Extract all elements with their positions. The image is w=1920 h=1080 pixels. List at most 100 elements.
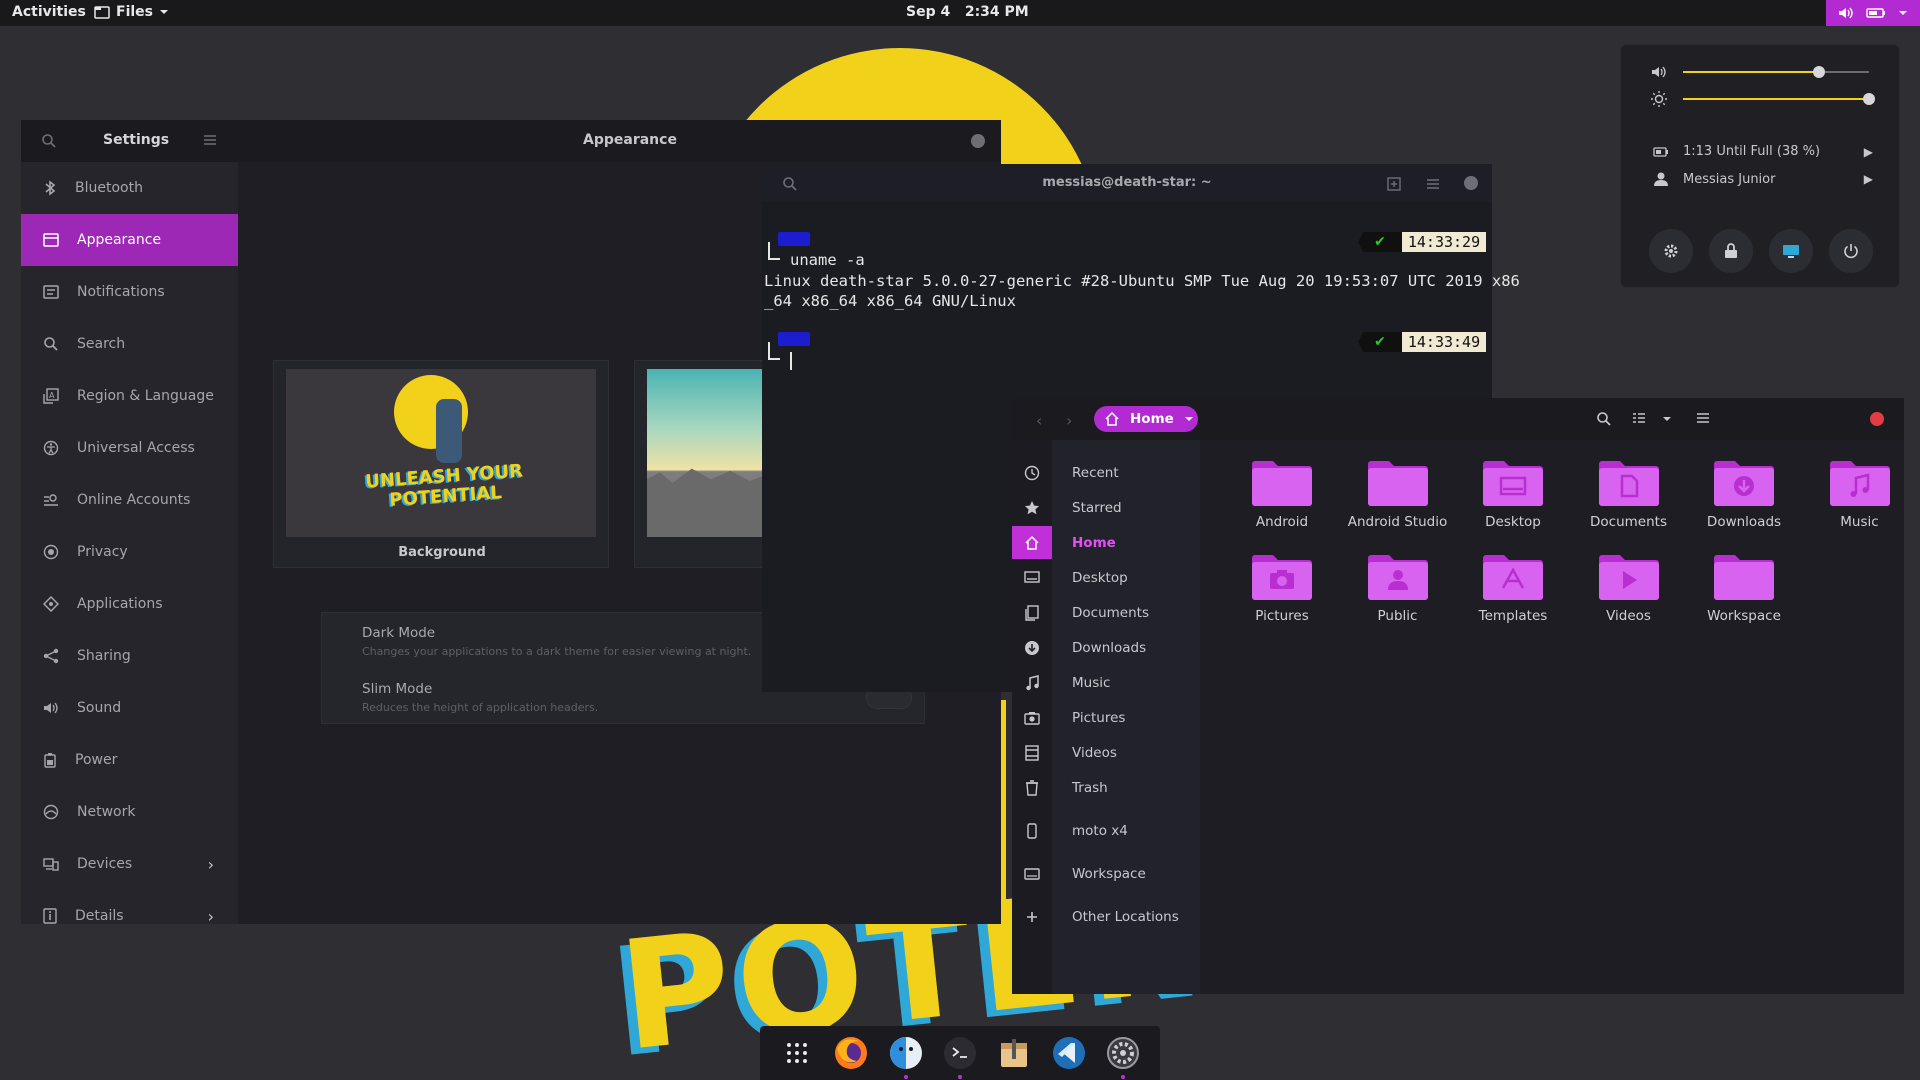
home-icon <box>1012 526 1052 559</box>
chevron-down-icon[interactable] <box>1662 415 1672 423</box>
archive-manager-button[interactable] <box>994 1033 1034 1073</box>
sidebar-item-sharing[interactable]: Sharing <box>21 630 238 682</box>
sidebar-item-sound[interactable]: Sound <box>21 682 238 734</box>
folder-templates[interactable]: Templates <box>1451 550 1561 640</box>
app-menu[interactable]: Files <box>94 4 169 20</box>
sidebar-item-network[interactable]: Network <box>21 786 238 838</box>
command-time-badge: ✔ 14:33:49 <box>1358 332 1486 352</box>
panel-title: Appearance <box>583 132 677 148</box>
hamburger-menu-icon[interactable] <box>1696 412 1710 424</box>
sidebar-item-label: Details <box>75 908 124 924</box>
volume-slider-knob[interactable] <box>1812 66 1825 78</box>
activities-button[interactable]: Activities <box>12 4 86 20</box>
sidebar-item-notifications[interactable]: Notifications <box>21 266 238 318</box>
user-row[interactable]: Messias Junior ▶ <box>1653 171 1873 187</box>
chevron-right-icon: ▶ <box>1863 144 1873 159</box>
power-button[interactable] <box>1829 229 1873 273</box>
sound-icon <box>43 701 59 715</box>
place-home[interactable]: Home <box>1012 526 1200 559</box>
firefox-button[interactable] <box>831 1033 871 1073</box>
close-button[interactable] <box>1870 412 1884 426</box>
place-workspace[interactable]: Workspace <box>1012 857 1200 890</box>
devices-icon <box>43 857 59 871</box>
chevron-right-icon: › <box>207 906 214 926</box>
hamburger-menu-icon[interactable] <box>203 134 217 146</box>
sidebar-item-bluetooth[interactable]: Bluetooth <box>21 162 238 214</box>
volume-slider-track[interactable] <box>1683 66 1869 78</box>
sidebar-item-applications[interactable]: Applications <box>21 578 238 630</box>
close-button[interactable] <box>1464 176 1478 190</box>
place-trash[interactable]: Trash <box>1012 771 1200 804</box>
sidebar-item-appearance[interactable]: Appearance <box>21 214 238 266</box>
settings-button[interactable] <box>1103 1033 1143 1079</box>
folder-videos[interactable]: Videos <box>1567 550 1677 640</box>
folder-documents[interactable]: Documents <box>1567 456 1677 546</box>
location-home-button[interactable]: Home <box>1094 406 1198 432</box>
brightness-slider-track[interactable] <box>1683 93 1875 105</box>
close-button[interactable] <box>971 134 985 148</box>
app-grid-icon <box>785 1041 809 1065</box>
folder-name: Android <box>1255 514 1309 530</box>
folder-android[interactable]: Android <box>1220 456 1330 546</box>
place-other-locations[interactable]: Other Locations <box>1012 900 1200 933</box>
app-grid-button[interactable] <box>777 1033 817 1073</box>
place-music[interactable]: Music <box>1012 666 1200 699</box>
display-button[interactable] <box>1769 229 1813 273</box>
folder-pictures[interactable]: Pictures <box>1220 550 1330 640</box>
details-icon <box>43 908 57 924</box>
clock[interactable]: Sep 4 2:34 PM <box>906 4 1029 20</box>
volume-slider[interactable] <box>1651 63 1881 81</box>
place-documents[interactable]: Documents <box>1012 596 1200 629</box>
folder-workspace[interactable]: Workspace <box>1682 550 1792 640</box>
view-toggle-icon[interactable] <box>1632 412 1646 424</box>
place-desktop[interactable]: Desktop <box>1012 561 1200 594</box>
place-label: Workspace <box>1072 865 1146 882</box>
place-moto-x4[interactable]: moto x4 <box>1012 814 1200 847</box>
forward-button[interactable]: › <box>1066 411 1072 430</box>
folder-public[interactable]: Public <box>1336 550 1446 640</box>
place-videos[interactable]: Videos <box>1012 736 1200 769</box>
folder-music[interactable]: Music <box>1798 456 1908 546</box>
universal-access-icon <box>43 440 59 456</box>
place-recent[interactable]: Recent <box>1012 456 1200 489</box>
place-label: Trash <box>1072 779 1108 796</box>
sidebar-item-online-accounts[interactable]: Online Accounts <box>21 474 238 526</box>
sidebar-item-universal-access[interactable]: Universal Access <box>21 422 238 474</box>
brightness-slider-knob[interactable] <box>1863 93 1875 105</box>
lock-button[interactable] <box>1709 229 1753 273</box>
settings-headerbar: Settings Appearance <box>21 120 1001 162</box>
search-icon[interactable] <box>41 133 57 149</box>
chevron-down-icon <box>159 8 169 16</box>
folder-desktop[interactable]: Desktop <box>1451 456 1561 546</box>
dark-mode-title: Dark Mode <box>362 625 436 641</box>
lock-screen-card[interactable] <box>634 360 775 568</box>
battery-row[interactable]: 1:13 Until Full (38 %) ▶ <box>1653 144 1873 159</box>
place-starred[interactable]: Starred <box>1012 491 1200 524</box>
sidebar-item-region-language[interactable]: A Region & Language <box>21 370 238 422</box>
hamburger-menu-icon[interactable] <box>1426 178 1440 190</box>
videos-icon <box>1012 736 1052 769</box>
folder-downloads[interactable]: Downloads <box>1682 456 1792 546</box>
brightness-slider[interactable] <box>1651 90 1881 108</box>
folder-icon <box>1828 456 1892 508</box>
background-card[interactable]: UNLEASH YOUR POTENTIAL Background <box>273 360 609 568</box>
text-cursor <box>790 352 792 370</box>
terminal-button[interactable] <box>940 1033 980 1079</box>
search-icon[interactable] <box>1596 411 1612 427</box>
settings-button[interactable] <box>1649 229 1693 273</box>
back-button[interactable]: ‹ <box>1036 411 1042 430</box>
sidebar-item-devices[interactable]: Devices › <box>21 838 238 890</box>
sidebar-item-power[interactable]: Power <box>21 734 238 786</box>
sidebar-item-privacy[interactable]: Privacy <box>21 526 238 578</box>
screen-icon <box>1782 243 1800 259</box>
system-tray[interactable] <box>1826 0 1920 26</box>
sidebar-item-search[interactable]: Search <box>21 318 238 370</box>
vscode-button[interactable] <box>1049 1033 1089 1073</box>
sidebar-item-details[interactable]: Details › <box>21 890 238 942</box>
folder-android-studio[interactable]: Android Studio <box>1336 456 1447 546</box>
place-downloads[interactable]: Downloads <box>1012 631 1200 664</box>
new-tab-icon[interactable] <box>1386 176 1402 192</box>
place-pictures[interactable]: Pictures <box>1012 701 1200 734</box>
battery-icon <box>1866 7 1886 19</box>
files-button[interactable] <box>886 1033 926 1079</box>
